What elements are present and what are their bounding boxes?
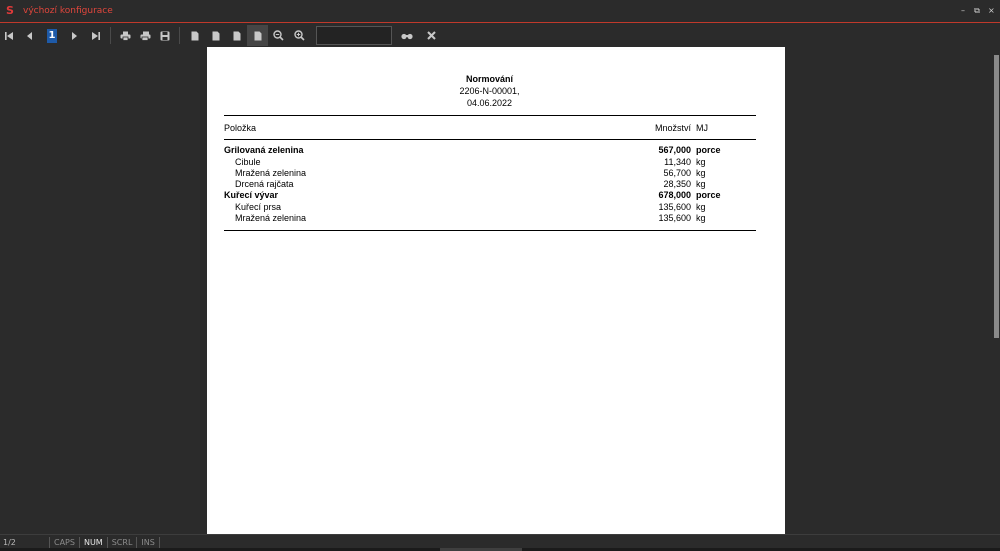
minimize-button[interactable]: – — [960, 5, 966, 17]
row-quantity: 135,600 — [658, 202, 691, 212]
zoom-in-icon — [294, 30, 305, 41]
header-rule-top — [224, 115, 756, 116]
title-bar: S výchozí konfigurace – ⧉ × — [0, 0, 1000, 23]
zoom-out-button[interactable] — [268, 25, 289, 46]
row-item-name: Cibule — [235, 157, 261, 167]
last-page-icon — [92, 31, 100, 40]
row-item-name: Kuřecí vývar — [224, 190, 279, 200]
table-row: Kuřecí prsa 135,600 kg — [224, 202, 756, 213]
row-unit: porce — [696, 145, 721, 155]
toolbar-separator — [179, 27, 180, 44]
prev-page-button[interactable] — [20, 25, 40, 46]
page-view-icon — [191, 31, 198, 40]
table-row: Mražená zelenina 135,600 kg — [224, 213, 756, 224]
row-quantity: 678,000 — [658, 190, 691, 200]
prev-page-icon — [27, 31, 32, 40]
report-date: 04.06.2022 — [466, 98, 513, 108]
row-item-name: Kuřecí prsa — [235, 202, 282, 212]
table-row: Mražená zelenina 56,700 kg — [224, 168, 756, 179]
app-logo-icon: S — [6, 4, 14, 17]
vertical-scrollbar[interactable] — [993, 47, 1000, 534]
row-unit: kg — [696, 213, 706, 223]
table-row: Drcená rajčata 28,350 kg — [224, 179, 756, 190]
zoom-in-button[interactable] — [289, 25, 310, 46]
column-header-unit: MJ — [696, 123, 708, 133]
window-controls: – ⧉ × — [960, 5, 995, 17]
row-quantity: 28,350 — [663, 179, 691, 189]
close-window-button[interactable]: × — [988, 5, 995, 17]
next-page-button[interactable] — [64, 25, 84, 46]
report-number: 2206-N-00001, — [459, 86, 520, 96]
row-unit: kg — [696, 179, 706, 189]
row-unit: kg — [696, 168, 706, 178]
row-item-name: Grilovaná zelenina — [224, 145, 304, 155]
table-row: Cibule 11,340 kg — [224, 157, 756, 168]
column-header-quantity: Množství — [654, 123, 691, 133]
page-view-button[interactable] — [184, 25, 205, 46]
search-input[interactable] — [316, 26, 392, 45]
zoom-out-icon — [273, 30, 284, 41]
preview-toolbar: 1 — [0, 24, 1000, 47]
table-row: Kuřecí vývar 678,000 porce — [224, 190, 756, 201]
row-item-name: Mražená zelenina — [235, 213, 307, 223]
window-title: výchozí konfigurace — [23, 6, 113, 16]
row-item-name: Drcená rajčata — [235, 179, 294, 189]
row-quantity: 56,700 — [663, 168, 691, 178]
print-icon — [120, 31, 130, 41]
row-quantity: 11,340 — [664, 157, 691, 167]
restore-button[interactable]: ⧉ — [974, 5, 980, 17]
row-unit: porce — [696, 190, 721, 200]
print-setup-button[interactable] — [135, 25, 155, 46]
table-row: Grilovaná zelenina 567,000 porce — [224, 145, 756, 156]
multi-page-button[interactable] — [247, 25, 268, 46]
report-page: Normování 2206-N-00001, 04.06.2022 Polož… — [207, 47, 785, 534]
print-button[interactable] — [115, 25, 135, 46]
save-icon — [160, 31, 170, 40]
scrollbar-thumb[interactable] — [994, 55, 999, 338]
print-setup-icon — [140, 31, 150, 41]
column-header-item: Položka — [224, 123, 257, 133]
preview-area: Normování 2206-N-00001, 04.06.2022 Polož… — [0, 47, 1000, 534]
find-button[interactable] — [395, 25, 419, 46]
find-icon — [401, 33, 413, 39]
two-page-button[interactable] — [226, 25, 247, 46]
page-number-field[interactable]: 1 — [43, 25, 61, 46]
first-page-icon — [5, 31, 13, 40]
save-button[interactable] — [155, 25, 175, 46]
next-page-icon — [72, 31, 77, 40]
current-page-value: 1 — [47, 28, 57, 43]
first-page-button[interactable] — [1, 25, 17, 46]
page-width-icon — [212, 31, 219, 40]
row-unit: kg — [696, 202, 706, 212]
two-page-icon — [233, 31, 240, 40]
report-title: Normování — [465, 74, 513, 84]
toolbar-separator — [110, 27, 111, 44]
row-unit: kg — [696, 157, 706, 167]
header-rule-bottom — [224, 139, 756, 140]
row-item-name: Mražená zelenina — [235, 168, 307, 178]
row-quantity: 135,600 — [658, 213, 691, 223]
last-page-button[interactable] — [86, 25, 106, 46]
table-rule-bottom — [224, 230, 756, 231]
multi-page-icon — [254, 31, 261, 40]
page-width-button[interactable] — [205, 25, 226, 46]
close-icon — [426, 31, 436, 40]
close-preview-button[interactable] — [421, 25, 441, 46]
row-quantity: 567,000 — [658, 145, 691, 155]
